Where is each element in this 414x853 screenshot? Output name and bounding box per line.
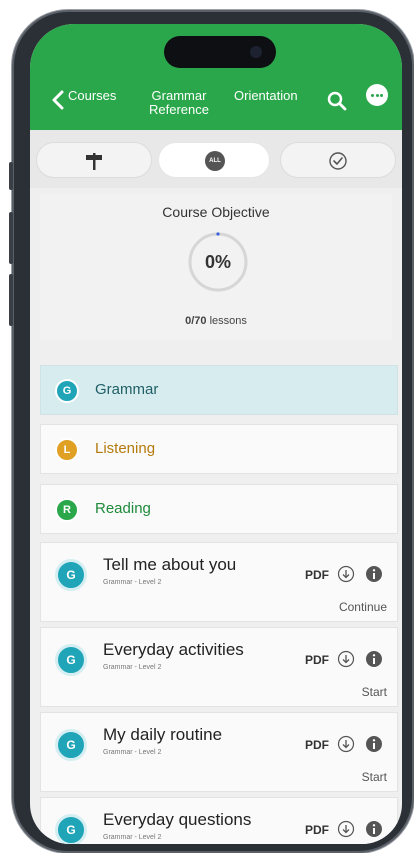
continue-button[interactable]: Continue <box>339 600 387 614</box>
filter-all[interactable]: ALL <box>158 142 270 178</box>
orientation-link[interactable]: Orientation <box>234 89 298 103</box>
all-icon-label: ALL <box>209 158 221 164</box>
lesson-subtitle: Grammar - Level 2 <box>103 749 162 756</box>
pdf-label[interactable]: PDF <box>305 568 329 582</box>
category-listening[interactable]: L Listening <box>40 424 398 474</box>
category-reading[interactable]: R Reading <box>40 484 398 534</box>
lesson-card[interactable]: G Everyday activities Grammar - Level 2 … <box>40 627 398 707</box>
grammar-badge-icon: G <box>55 379 79 403</box>
course-objective-title: Course Objective <box>162 204 270 220</box>
top-nav-bar: Courses Grammar Reference Orientation <box>30 24 402 130</box>
lessons-count: 0/70 lessons <box>40 315 392 327</box>
lessons-done: 0/70 <box>185 315 207 327</box>
lesson-subtitle: Grammar - Level 2 <box>103 664 162 671</box>
more-options-icon[interactable] <box>366 84 388 106</box>
lesson-card[interactable]: G My daily routine Grammar - Level 2 PDF… <box>40 712 398 792</box>
filter-signpost[interactable] <box>36 142 152 178</box>
filter-segment-bar: ALL <box>30 130 402 188</box>
category-label: Listening <box>95 440 156 457</box>
volume-down-button <box>9 274 13 326</box>
download-icon[interactable] <box>337 735 355 753</box>
grammar-reference-label: Grammar Reference <box>149 88 209 117</box>
download-icon[interactable] <box>337 650 355 668</box>
lessons-suffix: lessons <box>206 315 247 327</box>
grammar-badge-icon: G <box>55 559 87 591</box>
courses-link[interactable]: Courses <box>68 89 116 103</box>
reading-badge-icon: R <box>55 498 79 522</box>
app-screen: Courses Grammar Reference Orientation AL… <box>30 24 402 844</box>
lesson-card[interactable]: G Tell me about you Grammar - Level 2 PD… <box>40 542 398 622</box>
signpost-icon <box>86 153 102 170</box>
start-button[interactable]: Start <box>362 685 387 699</box>
lesson-subtitle: Grammar - Level 2 <box>103 579 162 586</box>
category-grammar[interactable]: G Grammar <box>40 365 398 415</box>
lesson-subtitle: Grammar - Level 2 <box>103 834 162 841</box>
pdf-label[interactable]: PDF <box>305 738 329 752</box>
course-objective-panel: Course Objective 0% 0/70 lessons <box>40 194 392 340</box>
grammar-badge-icon: G <box>55 644 87 676</box>
category-label: Grammar <box>95 381 159 398</box>
filter-completed[interactable] <box>280 142 396 178</box>
check-circle-icon <box>329 152 347 170</box>
lesson-title: My daily routine <box>103 725 223 744</box>
grammar-badge-icon: G <box>55 814 87 844</box>
chevron-left-icon[interactable] <box>48 88 68 112</box>
lesson-title: Tell me about you <box>103 555 237 574</box>
lesson-title: Everyday activities <box>103 640 244 659</box>
search-icon[interactable] <box>326 90 348 112</box>
grammar-reference-link[interactable]: Grammar Reference <box>140 89 218 117</box>
download-icon[interactable] <box>337 820 355 838</box>
start-button[interactable]: Start <box>362 770 387 784</box>
info-icon[interactable] <box>365 650 383 668</box>
info-icon[interactable] <box>365 820 383 838</box>
pdf-label[interactable]: PDF <box>305 653 329 667</box>
pdf-label[interactable]: PDF <box>305 823 329 837</box>
download-icon[interactable] <box>337 565 355 583</box>
info-icon[interactable] <box>365 735 383 753</box>
camera-icon <box>250 46 262 58</box>
dynamic-island <box>164 36 276 68</box>
info-icon[interactable] <box>365 565 383 583</box>
grammar-badge-icon: G <box>55 729 87 761</box>
listening-badge-icon: L <box>55 438 79 462</box>
category-label: Reading <box>95 500 151 517</box>
lesson-title: Everyday questions <box>103 810 252 829</box>
course-progress-percent: 0% <box>204 252 231 272</box>
all-icon: ALL <box>205 151 225 171</box>
lesson-card[interactable]: G Everyday questions Grammar - Level 2 P… <box>40 797 398 844</box>
mute-switch <box>9 162 13 190</box>
volume-up-button <box>9 212 13 264</box>
